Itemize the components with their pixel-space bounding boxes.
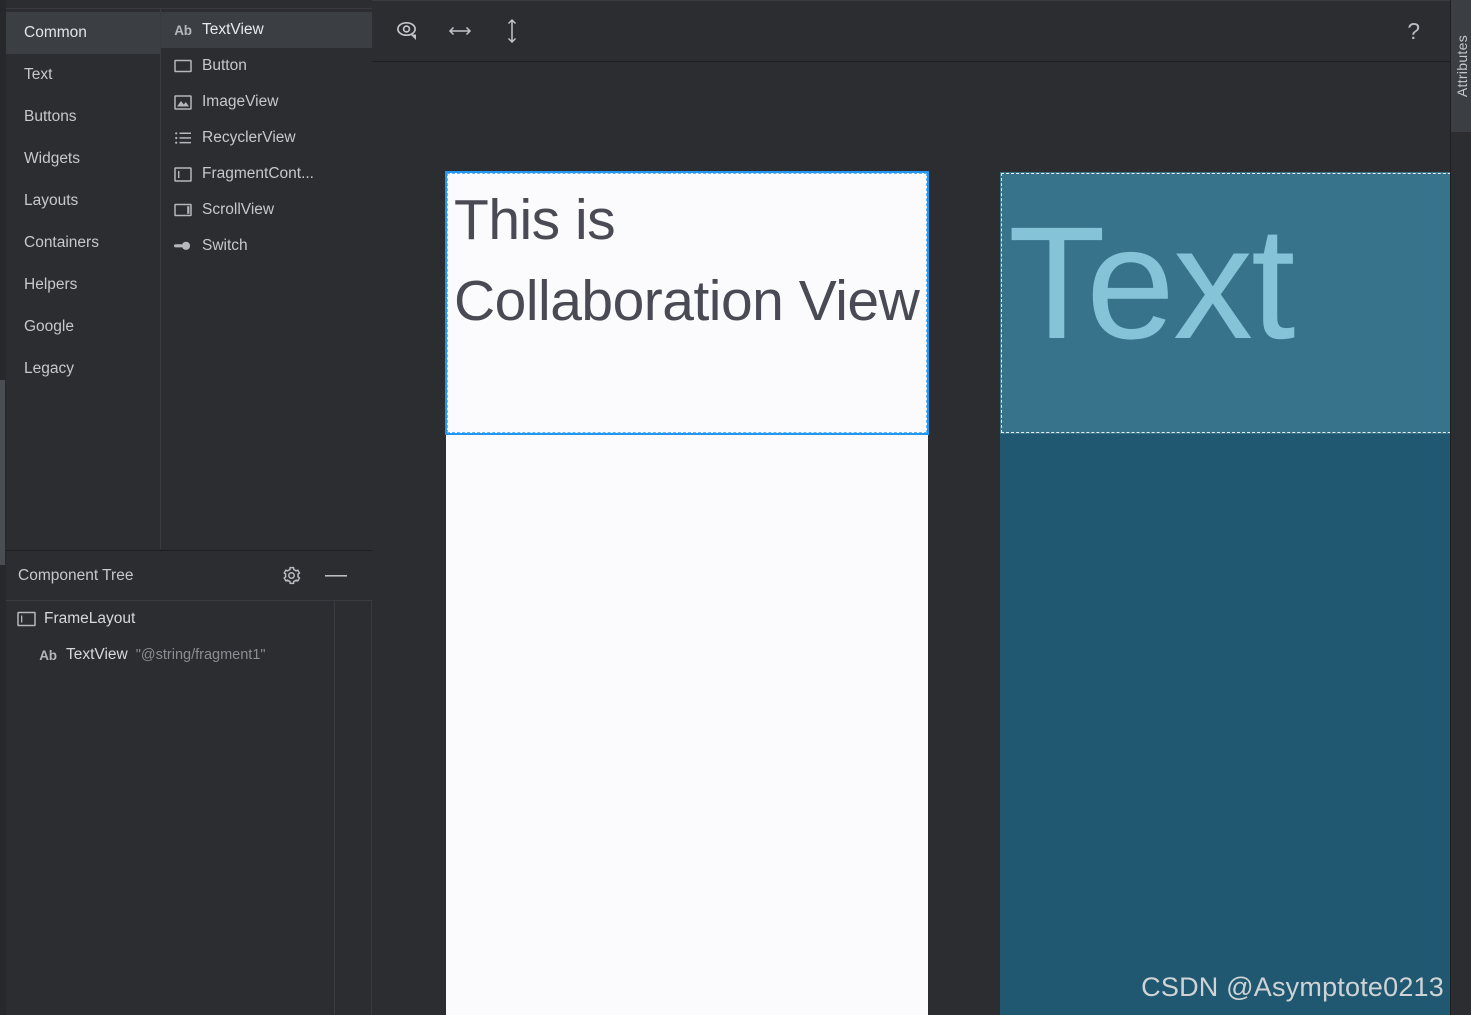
gear-icon[interactable] <box>281 565 302 586</box>
palette-category-helpers[interactable]: Helpers <box>6 264 160 306</box>
tree-node-framelayout[interactable]: FrameLayout <box>6 601 371 637</box>
right-tool-strip: Attributes <box>1450 0 1471 1015</box>
list-icon <box>173 129 193 147</box>
palette-item-label: ScrollView <box>202 201 275 218</box>
component-tree-panel: Component Tree FrameLayout Ab TextView "… <box>6 550 372 1015</box>
button-rect-icon <box>173 57 193 75</box>
component-tree-header: Component Tree <box>6 551 372 601</box>
left-pane: Common Text Buttons Widgets Layouts Container… <box>0 0 372 1015</box>
attributes-tab-label: Attributes <box>1453 34 1470 98</box>
tree-node-label: TextView <box>66 646 128 663</box>
design-toolbar: ? <box>372 0 1450 62</box>
palette-category-label: Common <box>24 24 87 41</box>
fragment-container-icon <box>173 165 193 183</box>
scrollview-icon <box>173 201 193 219</box>
attributes-tab[interactable]: Attributes <box>1451 0 1471 132</box>
vertical-arrow-icon[interactable] <box>496 15 528 47</box>
palette-category-list: Common Text Buttons Widgets Layouts Container… <box>6 9 161 549</box>
palette-category-label: Containers <box>24 234 99 251</box>
frame-layout-icon <box>16 610 36 628</box>
palette-item-label: RecyclerView <box>202 129 296 146</box>
palette-category-label: Text <box>24 66 53 83</box>
design-preview-textview-text: This is Collaboration View <box>454 188 920 333</box>
palette-category-common[interactable]: Common <box>6 12 160 54</box>
palette-item-list: Ab TextView Button ImageView RecyclerView Fra… <box>161 9 372 549</box>
component-tree-body: FrameLayout Ab TextView "@string/fragment1" <box>6 601 372 1015</box>
switch-toggle-icon <box>173 237 193 255</box>
palette-item-label: Button <box>202 57 247 74</box>
layout-editor-window: Common Text Buttons Widgets Layouts Container… <box>0 0 1471 1015</box>
help-button[interactable]: ? <box>1407 19 1420 43</box>
horizontal-arrow-icon[interactable] <box>444 15 476 47</box>
design-canvas[interactable]: This is Collaboration View Text CSDN @As… <box>372 62 1450 1015</box>
tree-node-label: FrameLayout <box>44 610 136 627</box>
design-preview-textview[interactable]: This is Collaboration View <box>445 171 929 435</box>
palette-category-text[interactable]: Text <box>6 54 160 96</box>
minimize-icon[interactable] <box>324 570 348 582</box>
palette-item-fragmentcont[interactable]: FragmentCont... <box>161 156 372 192</box>
tree-node-value: "@string/fragment1" <box>135 647 266 663</box>
design-surface-pane: ? This is Collaboration View Text CSDN @… <box>372 0 1450 1015</box>
left-scrollbar-thumb[interactable] <box>0 380 5 565</box>
design-preview[interactable]: This is Collaboration View <box>445 171 929 1015</box>
palette-item-imageview[interactable]: ImageView <box>161 84 372 120</box>
eye-icon[interactable] <box>392 15 424 47</box>
palette-category-buttons[interactable]: Buttons <box>6 96 160 138</box>
palette-category-layouts[interactable]: Layouts <box>6 180 160 222</box>
text-ab-icon: Ab <box>174 22 192 38</box>
palette-category-label: Legacy <box>24 360 74 377</box>
palette-category-legacy[interactable]: Legacy <box>6 348 160 390</box>
palette-item-switch[interactable]: Switch <box>161 228 372 264</box>
image-picture-icon <box>173 93 193 111</box>
palette-category-label: Google <box>24 318 74 335</box>
palette-item-label: TextView <box>202 21 264 38</box>
palette-item-textview[interactable]: Ab TextView <box>161 12 372 48</box>
palette-category-label: Buttons <box>24 108 77 125</box>
palette-item-button[interactable]: Button <box>161 48 372 84</box>
palette-item-label: FragmentCont... <box>202 165 314 182</box>
component-tree-title: Component Tree <box>18 566 134 584</box>
palette-category-label: Layouts <box>24 192 79 209</box>
palette: Common Text Buttons Widgets Layouts Container… <box>6 8 372 549</box>
component-tree-actions <box>281 565 348 586</box>
palette-category-label: Helpers <box>24 276 78 293</box>
palette-category-widgets[interactable]: Widgets <box>6 138 160 180</box>
text-ab-icon: Ab <box>39 647 57 663</box>
palette-category-google[interactable]: Google <box>6 306 160 348</box>
palette-item-label: Switch <box>202 237 248 254</box>
blueprint-preview-textview-text: Text <box>1008 193 1295 372</box>
palette-category-containers[interactable]: Containers <box>6 222 160 264</box>
palette-item-recyclerview[interactable]: RecyclerView <box>161 120 372 156</box>
blueprint-preview-textview[interactable]: Text <box>1000 172 1450 434</box>
blueprint-preview[interactable]: Text <box>1000 172 1450 1015</box>
palette-category-label: Widgets <box>24 150 80 167</box>
palette-item-scrollview[interactable]: ScrollView <box>161 192 372 228</box>
tree-node-textview[interactable]: Ab TextView "@string/fragment1" <box>6 637 371 673</box>
palette-item-label: ImageView <box>202 93 279 110</box>
